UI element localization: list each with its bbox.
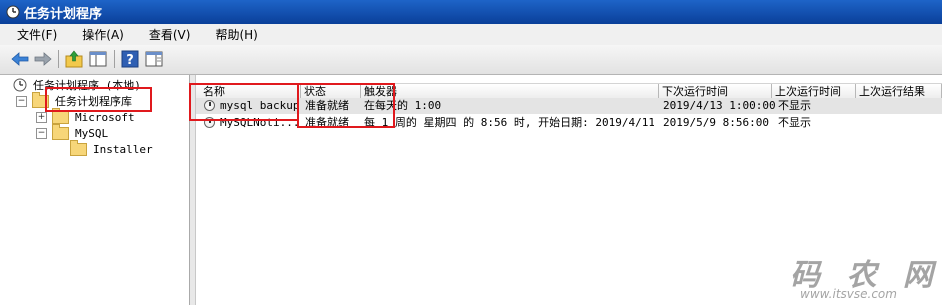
- menu-action[interactable]: 操作(A): [82, 26, 124, 43]
- watermark-url: www.itsvse.com: [800, 287, 897, 301]
- tree-item-library-label: 任务计划程序库: [55, 95, 132, 108]
- column-header-last-result[interactable]: 上次运行结果: [856, 84, 942, 99]
- menu-help[interactable]: 帮助(H): [215, 26, 257, 43]
- column-header-last-run[interactable]: 上次运行时间: [772, 84, 856, 99]
- task-row[interactable]: mysql backup 准备就绪 在每天的 1:00 2019/4/13 1:…: [196, 98, 942, 114]
- expand-icon[interactable]: +: [36, 111, 47, 123]
- folder-icon: [52, 107, 69, 124]
- forward-arrow-icon[interactable]: [33, 49, 53, 69]
- show-pane-icon[interactable]: [88, 49, 108, 69]
- task-last-run: 不显示: [778, 99, 811, 112]
- task-next-run: 2019/5/9 8:56:00: [663, 116, 769, 129]
- task-last-run: 不显示: [778, 116, 811, 129]
- window-title: 任务计划程序: [24, 6, 103, 22]
- menu-view[interactable]: 查看(V): [149, 26, 191, 43]
- menu-bar: 文件(F) 操作(A) 查看(V) 帮助(H): [0, 24, 942, 45]
- task-status: 准备就绪: [305, 99, 349, 112]
- task-row[interactable]: MySQLNoti... 准备就绪 每 1 周的 星期四 的 8:56 时, 开…: [196, 115, 942, 131]
- task-status: 准备就绪: [305, 116, 349, 129]
- tree-item-installer[interactable]: Installer: [70, 139, 153, 157]
- tree-root-label: 任务计划程序 (本地): [33, 79, 141, 92]
- collapse-icon[interactable]: −: [16, 95, 27, 107]
- task-trigger: 在每天的 1:00: [364, 99, 442, 112]
- up-folder-icon[interactable]: [64, 49, 84, 69]
- column-header-name[interactable]: 名称: [200, 84, 301, 99]
- window-title-bar[interactable]: 任务计划程序: [0, 0, 942, 24]
- column-header-status[interactable]: 状态: [301, 84, 361, 99]
- tree-item-mysql-label: MySQL: [75, 126, 109, 140]
- help-icon[interactable]: ?: [120, 49, 140, 69]
- folder-icon: [32, 91, 49, 108]
- tree-item-installer-label: Installer: [93, 142, 153, 156]
- properties-icon[interactable]: [144, 49, 164, 69]
- folder-icon: [52, 123, 69, 140]
- menu-file[interactable]: 文件(F): [17, 26, 57, 43]
- task-trigger: 每 1 周的 星期四 的 8:56 时, 开始日期: 2019/4/11: [364, 116, 654, 129]
- task-name: MySQLNoti...: [220, 116, 300, 129]
- folder-icon: [70, 139, 87, 156]
- column-header-next-run[interactable]: 下次运行时间: [659, 84, 772, 99]
- task-clock-icon: [204, 100, 215, 111]
- tree-item-microsoft[interactable]: + Microsoft: [36, 107, 135, 125]
- task-next-run: 2019/4/13 1:00:00: [663, 99, 776, 112]
- collapse-icon[interactable]: −: [36, 127, 47, 139]
- navigation-tree: 任务计划程序 (本地) − 任务计划程序库 + Microsoft − MySQ…: [0, 75, 190, 305]
- task-clock-icon: [204, 117, 215, 128]
- toolbar: ?: [0, 45, 942, 75]
- task-name: mysql backup: [220, 99, 300, 112]
- tree-item-microsoft-label: Microsoft: [75, 110, 135, 124]
- column-header-trigger[interactable]: 触发器: [361, 84, 659, 99]
- tree-item-library[interactable]: − 任务计划程序库: [16, 91, 132, 109]
- task-scheduler-icon: [6, 5, 20, 19]
- clock-icon: [13, 78, 27, 92]
- svg-text:?: ?: [126, 53, 134, 68]
- back-arrow-icon[interactable]: [10, 49, 30, 69]
